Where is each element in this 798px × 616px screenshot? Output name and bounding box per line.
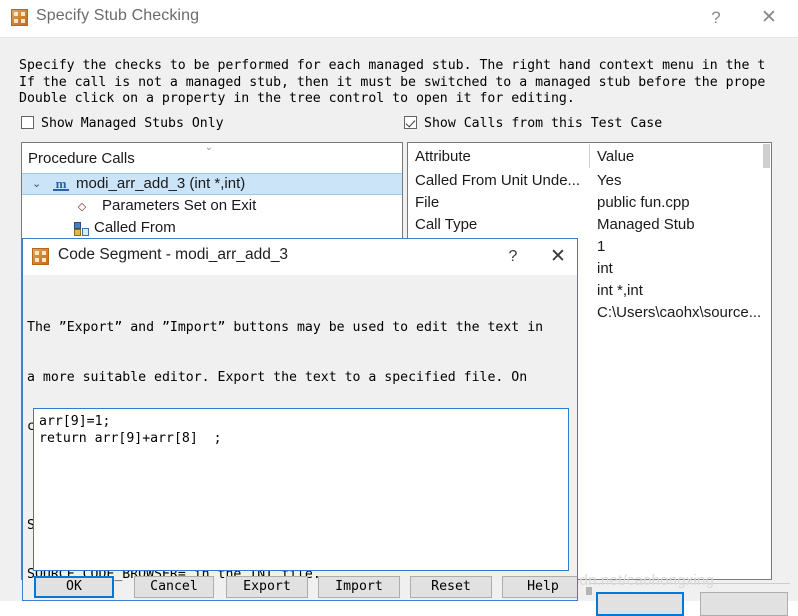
export-button[interactable]: Export — [226, 576, 308, 598]
dialog-title: Code Segment - modi_arr_add_3 — [58, 246, 289, 263]
column-header-attribute: Attribute — [415, 148, 471, 165]
checkbox-label: Show Calls from this Test Case — [424, 116, 663, 131]
tree-item-label: Called From — [94, 219, 176, 236]
description-line-2: If the call is not a managed stub, then … — [19, 74, 766, 90]
vertical-scrollbar[interactable] — [763, 144, 770, 168]
module-m-icon: m — [53, 177, 69, 191]
reset-button[interactable]: Reset — [410, 576, 492, 598]
import-button[interactable]: Import — [318, 576, 400, 598]
tree-item-parameters-set-on-exit[interactable]: ◇ Parameters Set on Exit — [22, 196, 402, 218]
help-icon[interactable]: ? — [693, 0, 739, 36]
checkbox-show-managed-stubs-only[interactable]: Show Managed Stubs Only — [21, 116, 224, 131]
table-row: public fun.cpp — [597, 194, 690, 211]
called-from-icon — [74, 222, 89, 236]
diamond-icon: ◇ — [77, 201, 87, 213]
checkbox-box[interactable] — [404, 116, 417, 129]
dialog-titlebar: Code Segment - modi_arr_add_3 ? ✕ — [23, 239, 577, 275]
table-row: 1 — [597, 238, 606, 255]
specify-stub-checking-window: Specify Stub Checking ? ✕ Specify the ch… — [0, 0, 798, 616]
tree-item-label: Parameters Set on Exit — [102, 197, 257, 214]
code-segment-dialog: Code Segment - modi_arr_add_3 ? ✕ The ”E… — [22, 238, 578, 601]
table-row: int — [597, 260, 613, 277]
tree-item-called-from[interactable]: Called From — [22, 218, 402, 240]
code-editor-textarea[interactable]: arr[9]=1; return arr[9]+arr[8] ; — [33, 408, 569, 571]
table-row: C:\Users\caohx\source... — [597, 304, 762, 321]
parent-secondary-button[interactable] — [700, 592, 788, 616]
chevron-down-icon[interactable]: ⌄ — [32, 177, 41, 190]
tree-item-label: modi_arr_add_3 (int *,int) — [76, 175, 246, 192]
table-row: Managed Stub — [597, 216, 695, 233]
divider — [590, 583, 790, 584]
column-divider — [589, 144, 590, 168]
app-grid-icon — [11, 9, 28, 26]
checkbox-show-calls-from-this-test-case[interactable]: Show Calls from this Test Case — [404, 116, 662, 131]
close-icon[interactable]: ✕ — [538, 239, 577, 274]
close-icon[interactable]: ✕ — [746, 0, 792, 36]
instruction-line-1: The ”Export” and ”Import” buttons may be… — [27, 320, 544, 335]
table-row: Call Type — [415, 216, 478, 233]
checkbox-label: Show Managed Stubs Only — [41, 116, 224, 131]
table-row: int *,int — [597, 282, 643, 299]
column-header-value: Value — [597, 148, 635, 165]
tree-header-label: Procedure Calls — [28, 150, 135, 167]
chevron-down-icon[interactable]: ⌄ — [197, 143, 221, 153]
help-icon[interactable]: ? — [493, 239, 533, 274]
instruction-line-2: a more suitable editor. Export the text … — [27, 369, 528, 385]
ok-button[interactable]: OK — [34, 576, 114, 598]
table-row: File — [415, 194, 440, 211]
resize-grip — [586, 587, 592, 595]
checkbox-box[interactable] — [21, 116, 34, 129]
cancel-button[interactable]: Cancel — [134, 576, 214, 598]
tree-item-modi-arr-add-3[interactable]: ⌄ m modi_arr_add_3 (int *,int) — [22, 173, 402, 195]
window-title: Specify Stub Checking — [36, 7, 200, 24]
help-button[interactable]: Help — [502, 576, 577, 598]
window-titlebar: Specify Stub Checking ? ✕ — [0, 0, 798, 38]
parent-default-button[interactable] — [596, 592, 684, 616]
description-line-3: Double click on a property in the tree c… — [19, 91, 575, 106]
app-grid-icon — [32, 248, 49, 265]
description-text: Specify the checks to be performed for e… — [19, 58, 798, 108]
table-row: Called From Unit Unde... — [415, 172, 581, 189]
table-row: Yes — [597, 172, 622, 189]
description-line-1: Specify the checks to be performed for e… — [19, 58, 766, 73]
